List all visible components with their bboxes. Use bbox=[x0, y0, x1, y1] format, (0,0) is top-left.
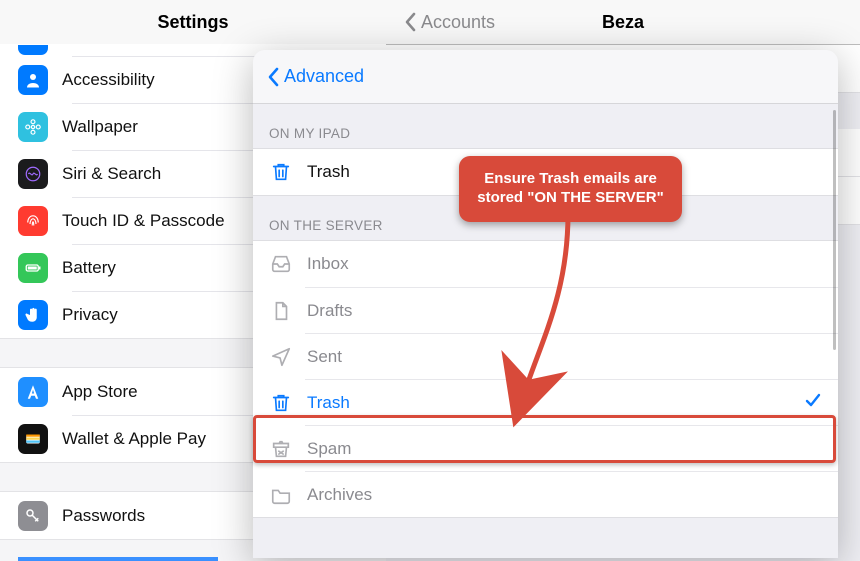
privacy-icon bbox=[18, 300, 48, 330]
archives-icon bbox=[269, 483, 293, 507]
settings-title: Settings bbox=[0, 0, 386, 45]
sidebar-label: Siri & Search bbox=[62, 164, 161, 184]
inbox-icon bbox=[269, 252, 293, 276]
row-label: Inbox bbox=[307, 254, 349, 274]
chevron-left-icon bbox=[267, 67, 279, 87]
trash-icon bbox=[269, 391, 293, 415]
annotation-text: Ensure Trash emails are stored "ON THE S… bbox=[477, 170, 663, 206]
drafts-icon bbox=[269, 299, 293, 323]
sidebar-label: App Store bbox=[62, 382, 138, 402]
server-drafts-row[interactable]: Drafts bbox=[305, 287, 838, 333]
row-label: Drafts bbox=[307, 301, 352, 321]
trash-icon bbox=[269, 160, 293, 184]
detail-header: Accounts Beza bbox=[386, 0, 860, 45]
back-label: Advanced bbox=[284, 66, 364, 87]
server-sent-row[interactable]: Sent bbox=[305, 333, 838, 379]
row-label: Spam bbox=[307, 439, 351, 459]
wallet-icon bbox=[18, 424, 48, 454]
sidebar-label: Privacy bbox=[62, 305, 118, 325]
spam-icon bbox=[269, 437, 293, 461]
chevron-left-icon bbox=[404, 12, 416, 32]
server-inbox-row[interactable]: Inbox bbox=[253, 241, 838, 287]
server-trash-row[interactable]: Trash bbox=[305, 379, 838, 425]
appstore-icon bbox=[18, 377, 48, 407]
sidebar-label: Wallpaper bbox=[62, 117, 138, 137]
sidebar-label: Battery bbox=[62, 258, 116, 278]
row-label: Trash bbox=[307, 162, 350, 182]
generic-icon bbox=[18, 45, 48, 55]
modal-header: Advanced bbox=[253, 50, 838, 104]
wallpaper-icon bbox=[18, 112, 48, 142]
battery-icon bbox=[18, 253, 48, 283]
server-group: Inbox Drafts Sent Trash Spam Archive bbox=[253, 240, 838, 518]
back-label: Accounts bbox=[421, 12, 495, 33]
server-spam-row[interactable]: Spam bbox=[305, 425, 838, 471]
sidebar-label: Touch ID & Passcode bbox=[62, 211, 225, 231]
annotation-callout: Ensure Trash emails are stored "ON THE S… bbox=[459, 156, 682, 222]
scrollbar[interactable] bbox=[833, 110, 836, 350]
row-label: Trash bbox=[307, 393, 350, 413]
row-label: Sent bbox=[307, 347, 342, 367]
selection-indicator bbox=[18, 557, 218, 561]
advanced-modal: Advanced ON MY IPAD Trash ON THE SERVER … bbox=[253, 50, 838, 558]
back-advanced-button[interactable]: Advanced bbox=[267, 66, 364, 87]
row-label: Archives bbox=[307, 485, 372, 505]
passwords-icon bbox=[18, 501, 48, 531]
sidebar-label: Accessibility bbox=[62, 70, 155, 90]
sent-icon bbox=[269, 345, 293, 369]
touchid-icon bbox=[18, 206, 48, 236]
siri-icon bbox=[18, 159, 48, 189]
check-icon bbox=[804, 391, 822, 414]
section-on-my-ipad: ON MY IPAD bbox=[253, 104, 838, 148]
sidebar-label: Passwords bbox=[62, 506, 145, 526]
back-accounts-button[interactable]: Accounts bbox=[404, 12, 495, 33]
server-archives-row[interactable]: Archives bbox=[305, 471, 838, 517]
sidebar-label: Wallet & Apple Pay bbox=[62, 429, 206, 449]
accessibility-icon bbox=[18, 65, 48, 95]
